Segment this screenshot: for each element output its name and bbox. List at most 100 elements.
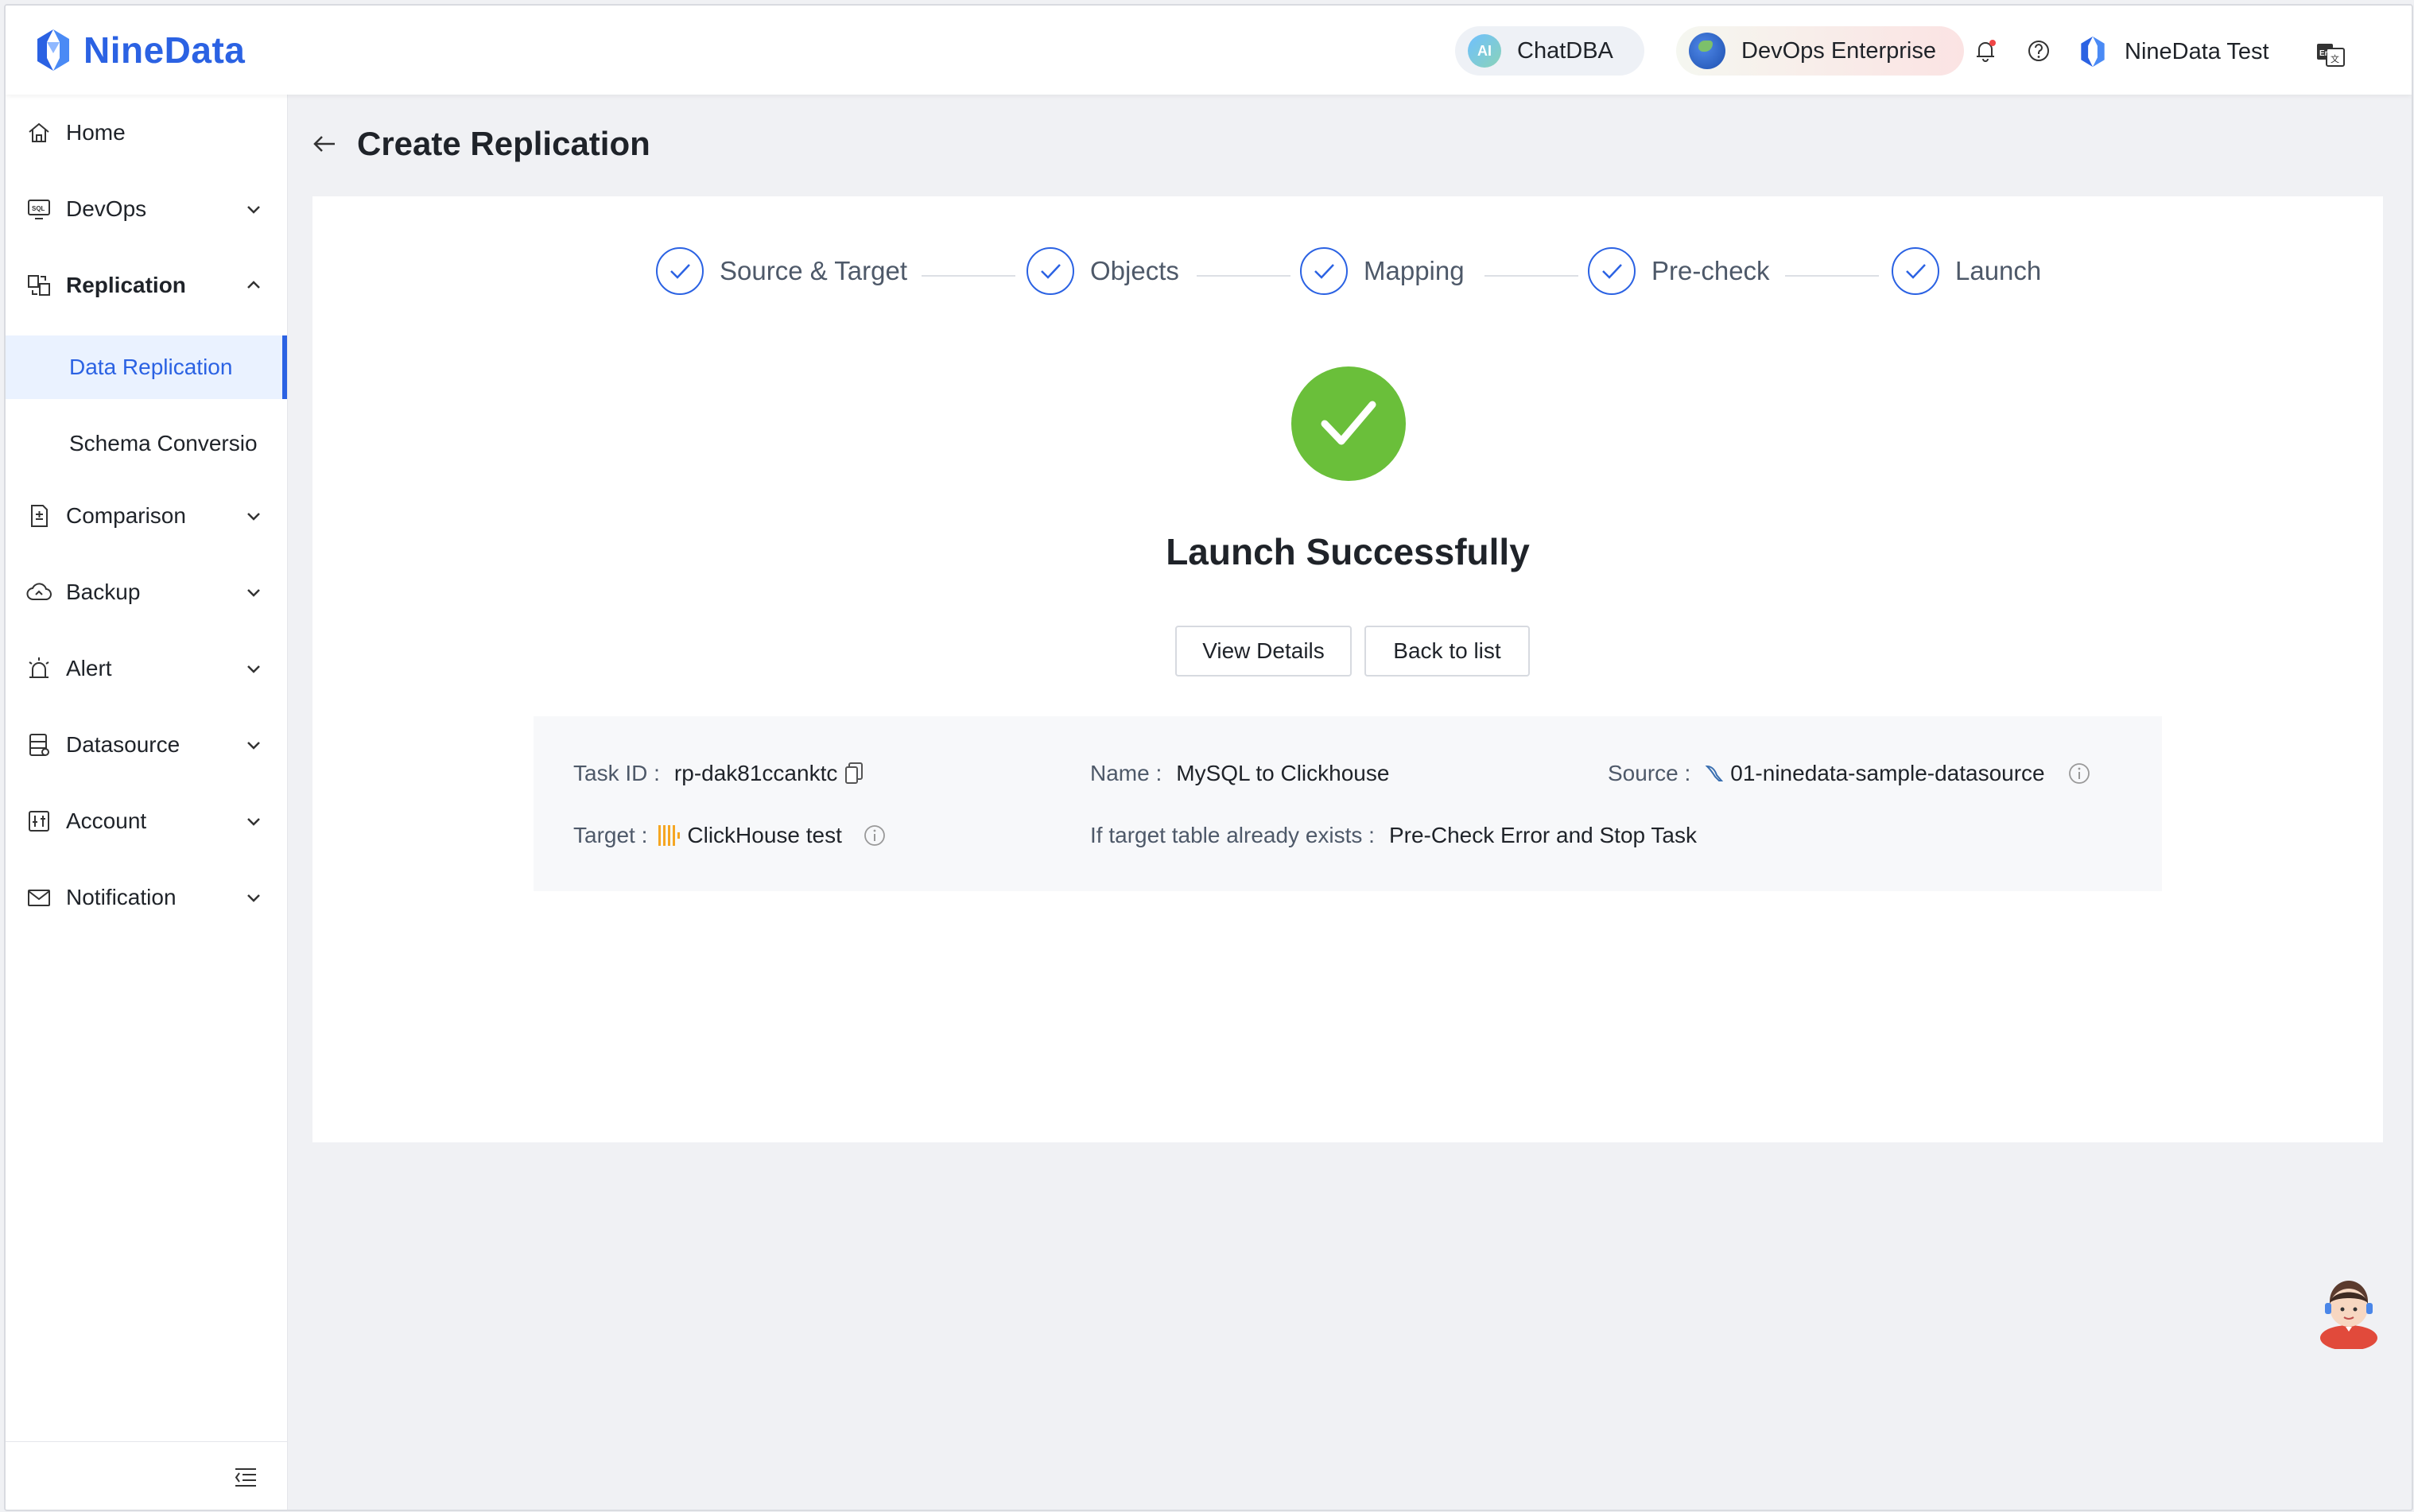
check-icon (1300, 247, 1348, 295)
sidebar-item-account[interactable]: Account (6, 783, 287, 859)
step-connector (1197, 275, 1290, 277)
cloud-backup-icon (26, 583, 52, 600)
language-switch-icon[interactable]: En 文 (2315, 41, 2346, 68)
account-icon (29, 811, 49, 832)
target-field: Target : ClickHouse test (573, 823, 887, 848)
sidebar-collapse-button[interactable] (6, 1441, 287, 1510)
sidebar-item-label: Alert (66, 656, 112, 680)
ai-icon: AI (1468, 34, 1501, 68)
name-value: MySQL to Clickhouse (1176, 761, 1390, 785)
brand-name: NineData (83, 29, 246, 71)
launch-status: Launch Successfully (1166, 531, 1530, 572)
source-field: Source : 01-ninedata-sample-datasource (1608, 761, 2091, 786)
edition-button[interactable]: DevOps Enterprise (1676, 26, 1964, 76)
sidebar-item-replication[interactable]: Replication (6, 247, 287, 324)
task-id-value: rp-dak81ccanktc (673, 761, 838, 785)
check-icon (1588, 247, 1636, 295)
sidebar-item-devops[interactable]: SQL DevOps (6, 171, 287, 247)
user-name: NineData Test (2125, 38, 2269, 64)
sidebar-item-data-replication[interactable]: Data Replication (6, 335, 287, 399)
sidebar-item-label: Backup (66, 580, 141, 604)
copy-icon[interactable] (844, 762, 864, 785)
chevron-down-icon (247, 818, 260, 826)
target-exists-label: If target table already exists : (1090, 823, 1375, 847)
home-icon (29, 122, 49, 142)
alarm-icon (29, 657, 49, 678)
sidebar: Home SQL DevOps Replication Data Replica… (6, 95, 288, 1510)
collapse-menu-icon (235, 1468, 256, 1487)
step-label: Pre-check (1651, 256, 1770, 285)
sidebar-item-label: Account (66, 808, 147, 833)
chatdba-button[interactable]: AI ChatDBA (1455, 26, 1644, 76)
user-menu[interactable]: NineData Test (2075, 34, 2269, 69)
datasource-icon (29, 734, 49, 756)
step-connector (1484, 275, 1578, 277)
sidebar-item-label: Home (66, 120, 126, 145)
sql-monitor-icon: SQL (28, 200, 50, 219)
sidebar-item-datasource[interactable]: Datasource (6, 707, 287, 783)
top-bar: NineData AI ChatDBA DevOps Enterprise Ni… (6, 6, 2412, 95)
check-icon (1892, 247, 1939, 295)
svg-text:SQL: SQL (32, 205, 45, 212)
back-to-list-button[interactable]: Back to list (1364, 626, 1530, 677)
ninedata-logo-icon (37, 29, 69, 71)
chevron-down-icon (247, 894, 260, 902)
target-value: ClickHouse test (687, 823, 842, 847)
sidebar-item-label: Notification (66, 885, 177, 909)
source-label: Source : (1608, 761, 1691, 785)
sidebar-item-notification[interactable]: Notification (6, 859, 287, 936)
check-icon (1027, 247, 1074, 295)
sidebar-item-alert[interactable]: Alert (6, 630, 287, 707)
edition-label: DevOps Enterprise (1741, 37, 1936, 64)
view-details-button[interactable]: View Details (1175, 626, 1352, 677)
sidebar-item-backup[interactable]: Backup (6, 554, 287, 630)
app-window: NineData AI ChatDBA DevOps Enterprise Ni… (4, 4, 2413, 1511)
sidebar-item-label: Replication (66, 273, 186, 297)
step-source-target: Source & Target (656, 247, 907, 295)
target-exists-policy-field: If target table already exists : Pre-Che… (1090, 823, 1697, 848)
sidebar-item-label: Comparison (66, 503, 186, 528)
chevron-down-icon (247, 589, 260, 597)
step-connector (1785, 275, 1879, 277)
step-objects: Objects (1027, 247, 1179, 295)
page-title: Create Replication (357, 125, 650, 162)
source-value: 01-ninedata-sample-datasource (1730, 761, 2045, 785)
back-arrow-icon[interactable] (311, 130, 338, 157)
step-connector (922, 275, 1015, 277)
name-label: Name : (1090, 761, 1162, 785)
help-icon[interactable] (2025, 37, 2052, 64)
mysql-dolphin-icon (1705, 765, 1724, 781)
comparison-icon (31, 505, 48, 527)
support-agent-avatar-icon[interactable] (2315, 1276, 2382, 1349)
sidebar-item-label: Datasource (66, 732, 180, 757)
step-launch: Launch (1892, 247, 2041, 295)
chevron-down-icon (247, 742, 260, 750)
chevron-up-icon (247, 281, 260, 289)
task-id-field: Task ID : rp-dak81ccanktc (573, 761, 864, 786)
replication-result-card: Source & Target Objects Mapping Pre-chec… (312, 196, 2383, 1142)
sidebar-item-label: DevOps (66, 196, 147, 221)
info-icon[interactable] (863, 824, 887, 847)
step-pre-check: Pre-check (1588, 247, 1770, 295)
step-label: Objects (1090, 256, 1179, 285)
target-exists-value: Pre-Check Error and Stop Task (1388, 823, 1697, 847)
info-icon[interactable] (2067, 762, 2091, 785)
sidebar-subitem-label: Schema Conversio (69, 431, 258, 456)
mail-icon (28, 890, 50, 906)
sidebar-item-schema-conversion[interactable]: Schema Conversio (6, 412, 287, 475)
user-org-logo-icon (2081, 36, 2105, 68)
sidebar-item-home[interactable]: Home (6, 95, 287, 171)
step-label: Mapping (1364, 256, 1465, 285)
sidebar-subitem-label: Data Replication (69, 355, 233, 379)
success-check-icon (1291, 366, 1406, 481)
brand-logo[interactable]: NineData (29, 26, 245, 74)
page-header: Create Replication (311, 125, 650, 163)
bell-icon[interactable] (1972, 37, 1999, 64)
task-id-label: Task ID : (573, 761, 660, 785)
step-label: Source & Target (720, 256, 908, 285)
chatdba-label: ChatDBA (1517, 37, 1613, 64)
sidebar-item-comparison[interactable]: Comparison (6, 478, 287, 554)
svg-text:En: En (2319, 49, 2330, 58)
step-mapping: Mapping (1300, 247, 1465, 295)
replication-icon (28, 275, 50, 296)
